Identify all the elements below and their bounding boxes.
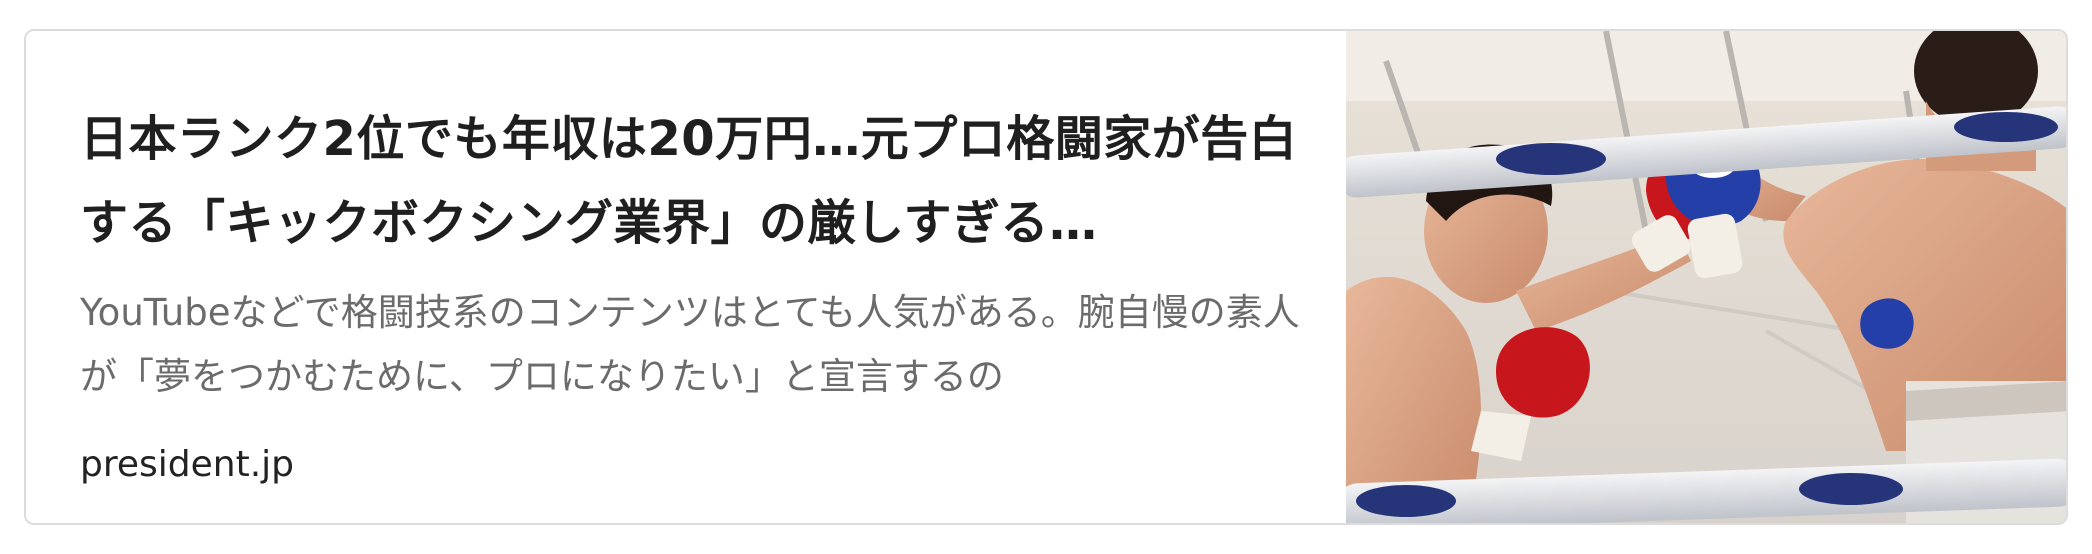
boxing-photo (1346, 31, 2066, 523)
article-thumbnail[interactable] (1346, 31, 2066, 523)
article-title[interactable]: 日本ランク2位でも年収は20万円…元プロ格闘家が告白する「キックボクシング業界」… (80, 97, 1320, 265)
source-domain: president.jp (80, 444, 294, 485)
article-description: YouTubeなどで格闘技系のコンテンツはとても人気がある。腕自慢の素人が「夢を… (80, 291, 1300, 398)
link-preview-text: 日本ランク2位でも年収は20万円…元プロ格闘家が告白する「キックボクシング業界」… (26, 31, 1346, 523)
link-preview-card[interactable]: 日本ランク2位でも年収は20万円…元プロ格闘家が告白する「キックボクシング業界」… (24, 29, 2068, 525)
